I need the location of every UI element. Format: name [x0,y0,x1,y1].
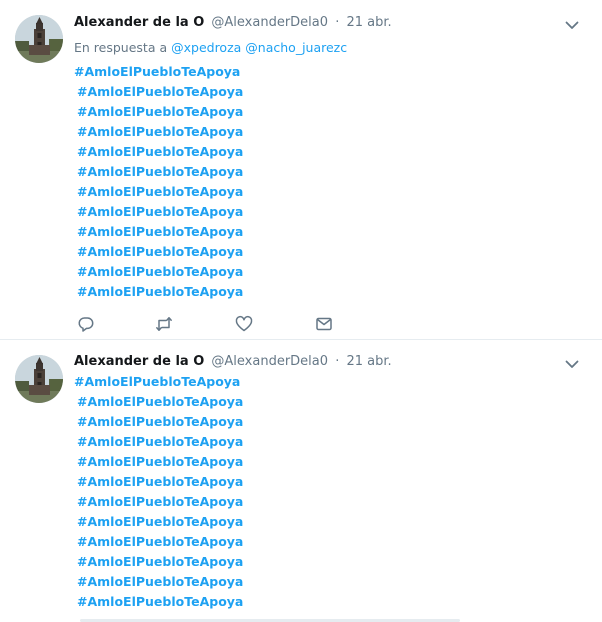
hashtag-link[interactable]: #AmloElPuebloTeApoya [74,242,243,262]
hashtag-link[interactable]: #AmloElPuebloTeApoya [74,392,243,412]
author-name[interactable]: Alexander de la O [74,15,204,30]
hashtag-link[interactable]: #AmloElPuebloTeApoya [74,262,243,282]
hashtag-link[interactable]: #AmloElPuebloTeApoya [74,102,243,122]
tweet-header: Alexander de la O @AlexanderDela0 · 21 a… [74,352,392,372]
hashtag-link[interactable]: #AmloElPuebloTeApoya [74,532,243,552]
mention-link[interactable]: @xpedroza [171,40,241,55]
hashtag-link[interactable]: #AmloElPuebloTeApoya [74,452,243,472]
hashtag-link[interactable]: #AmloElPuebloTeApoya [74,432,243,452]
chevron-down-icon[interactable] [564,356,580,372]
like-icon[interactable] [234,314,254,334]
church-tower-photo [15,15,63,63]
hashtag-link[interactable]: #AmloElPuebloTeApoya [74,512,243,532]
church-tower-photo [15,355,63,403]
timestamp[interactable]: 21 abr. [346,354,391,369]
hashtag-link[interactable]: #AmloElPuebloTeApoya [74,572,243,592]
tweet-text: #AmloElPuebloTeApoya #AmloElPuebloTeApoy… [74,62,243,302]
hashtag-link[interactable]: #AmloElPuebloTeApoya [74,182,243,202]
hashtag-link[interactable]: #AmloElPuebloTeApoya [74,222,243,242]
tweet-header: Alexander de la O @AlexanderDela0 · 21 a… [74,13,392,33]
hashtag-link[interactable]: #AmloElPuebloTeApoya [74,472,243,492]
hashtag-link[interactable]: #AmloElPuebloTeApoya [74,372,243,392]
separator: · [335,15,340,30]
tweet-actions [74,314,374,334]
tweet-text: #AmloElPuebloTeApoya #AmloElPuebloTeApoy… [74,372,243,612]
hashtag-link[interactable]: #AmloElPuebloTeApoya [74,62,243,82]
hashtag-link[interactable]: #AmloElPuebloTeApoya [74,122,243,142]
retweet-icon[interactable] [154,314,174,334]
hashtag-link[interactable]: #AmloElPuebloTeApoya [74,162,243,182]
avatar[interactable] [15,355,63,403]
hashtag-link[interactable]: #AmloElPuebloTeApoya [74,552,243,572]
reply-context: En respuesta a @xpedroza @nacho_juarezc [74,38,347,58]
avatar[interactable] [15,15,63,63]
timestamp[interactable]: 21 abr. [346,15,391,30]
reply-icon[interactable] [76,314,96,334]
mention-link[interactable]: @nacho_juarezc [245,40,347,55]
hashtag-link[interactable]: #AmloElPuebloTeApoya [74,492,243,512]
author-handle[interactable]: @AlexanderDela0 [211,15,328,30]
tweet[interactable]: Alexander de la O @AlexanderDela0 · 21 a… [0,341,602,622]
chevron-down-icon[interactable] [564,17,580,33]
hashtag-link[interactable]: #AmloElPuebloTeApoya [74,202,243,222]
hashtag-link[interactable]: #AmloElPuebloTeApoya [74,82,243,102]
reply-prefix: En respuesta a [74,40,168,55]
hashtag-link[interactable]: #AmloElPuebloTeApoya [74,592,243,612]
author-name[interactable]: Alexander de la O [74,354,204,369]
tweet[interactable]: Alexander de la O @AlexanderDela0 · 21 a… [0,0,602,340]
hashtag-link[interactable]: #AmloElPuebloTeApoya [74,282,243,302]
hashtag-link[interactable]: #AmloElPuebloTeApoya [74,142,243,162]
direct-message-icon[interactable] [314,314,334,334]
separator: · [335,354,340,369]
author-handle[interactable]: @AlexanderDela0 [211,354,328,369]
hashtag-link[interactable]: #AmloElPuebloTeApoya [74,412,243,432]
